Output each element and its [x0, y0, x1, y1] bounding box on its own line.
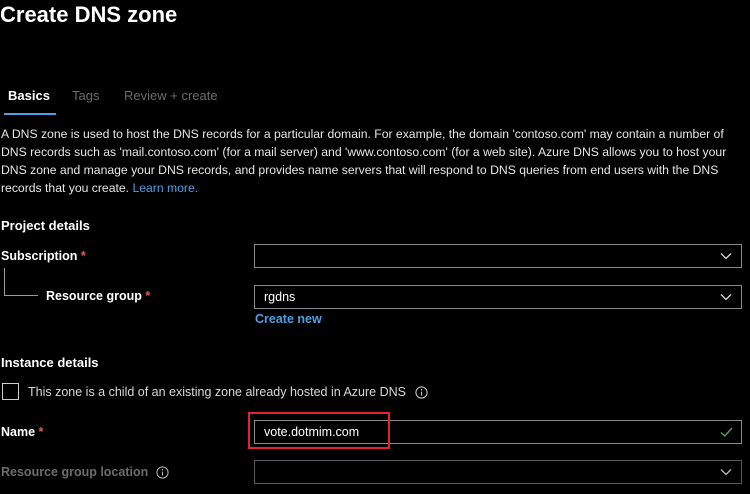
required-marker: * — [38, 425, 44, 439]
info-icon[interactable] — [415, 386, 429, 399]
resource-group-location-select[interactable] — [254, 460, 742, 484]
page-title: Create DNS zone — [0, 2, 178, 27]
chevron-down-icon — [720, 253, 732, 260]
chevron-down-icon — [720, 294, 732, 301]
create-new-link[interactable]: Create new — [255, 312, 322, 326]
name-highlight-box — [248, 412, 390, 449]
child-zone-checkbox[interactable] — [2, 383, 19, 400]
chevron-down-icon — [720, 469, 732, 476]
tab-bar: Basics Tags Review + create — [0, 86, 750, 116]
subscription-label: Subscription * — [1, 249, 86, 263]
child-zone-label: This zone is a child of an existing zone… — [28, 385, 429, 399]
tree-connector-vertical — [4, 268, 5, 295]
required-marker: * — [80, 249, 86, 263]
description-text: A DNS zone is used to host the DNS recor… — [1, 127, 727, 195]
subscription-select[interactable] — [254, 244, 742, 268]
tab-tags[interactable]: Tags — [72, 86, 99, 106]
tree-connector-horizontal — [4, 295, 38, 296]
required-marker: * — [145, 289, 151, 303]
zone-description: A DNS zone is used to host the DNS recor… — [1, 125, 749, 197]
instance-details-heading: Instance details — [1, 355, 99, 370]
resource-group-location-label: Resource group location — [1, 465, 169, 479]
project-details-heading: Project details — [1, 218, 90, 233]
resource-group-value: rgdns — [264, 290, 296, 304]
resource-group-select[interactable]: rgdns — [254, 285, 742, 309]
tab-review-create[interactable]: Review + create — [124, 86, 218, 106]
name-label: Name * — [1, 425, 44, 439]
active-tab-indicator — [4, 113, 56, 115]
resource-group-label: Resource group * — [46, 289, 151, 303]
info-icon[interactable] — [156, 466, 169, 479]
checkmark-icon — [720, 427, 733, 437]
tab-basics[interactable]: Basics — [8, 86, 50, 106]
learn-more-link[interactable]: Learn more. — [132, 181, 198, 195]
